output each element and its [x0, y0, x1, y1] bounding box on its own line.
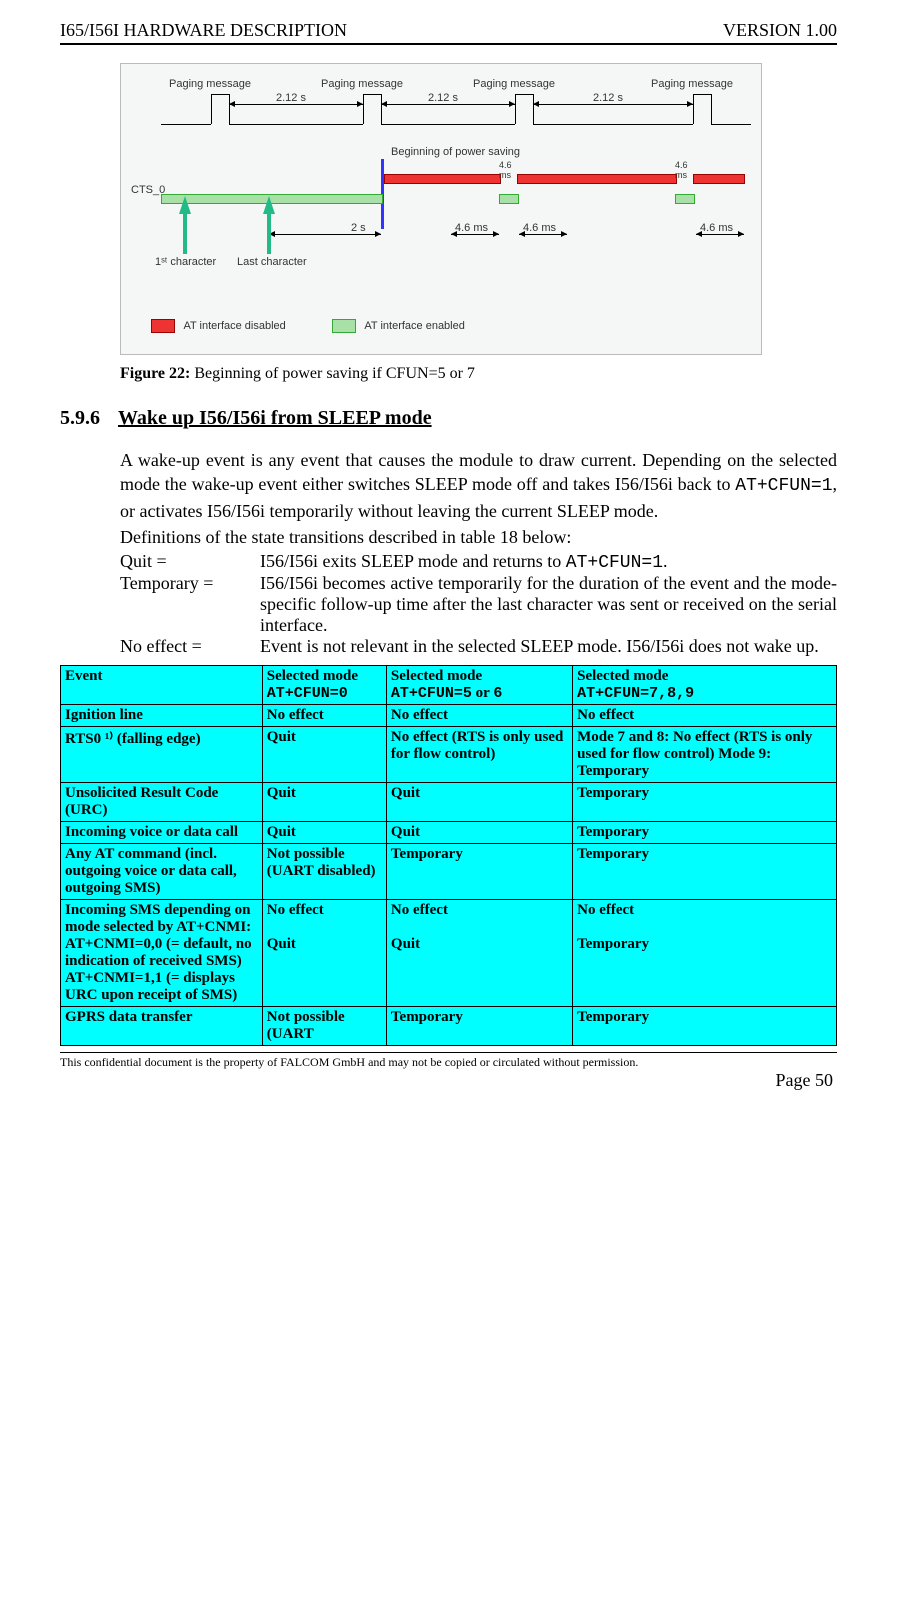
- interval-label: 2.12 s: [276, 92, 306, 104]
- table-header-row: Event Selected modeAT+CFUN=0 Selected mo…: [61, 666, 837, 705]
- header-left: I65/I56I HARDWARE DESCRIPTION: [60, 20, 347, 41]
- legend-disabled: AT interface disabled: [183, 320, 285, 332]
- caption-text: Beginning of power saving if CFUN=5 or 7: [190, 365, 475, 382]
- paging-label: Paging message: [321, 78, 403, 90]
- last-char-label: Last character: [237, 256, 307, 268]
- legend-swatch-disabled: [151, 319, 175, 333]
- time-46: 4.6 ms: [455, 222, 488, 234]
- paragraph-2: Definitions of the state transitions des…: [120, 525, 837, 549]
- confidential-notice: This confidential document is the proper…: [60, 1055, 837, 1070]
- def-no-effect: No effect = Event is not relevant in the…: [120, 636, 837, 657]
- interval-label: 2.12 s: [593, 92, 623, 104]
- table-row: Ignition line No effect No effect No eff…: [61, 705, 837, 727]
- figure-22: Paging message Paging message Paging mes…: [120, 63, 837, 355]
- figure-caption: Figure 22: Beginning of power saving if …: [120, 365, 837, 383]
- def-temporary: Temporary = I56/I56i becomes active temp…: [120, 573, 837, 636]
- paging-label: Paging message: [473, 78, 555, 90]
- header-right: VERSION 1.00: [723, 20, 837, 41]
- sleep-table: Event Selected modeAT+CFUN=0 Selected mo…: [60, 665, 837, 1046]
- table-row: Any AT command (incl. outgoing voice or …: [61, 844, 837, 900]
- th-mode56: Selected modeAT+CFUN=5 or 6: [386, 666, 572, 705]
- paging-label: Paging message: [169, 78, 251, 90]
- ms-label: 4.6 ms: [499, 160, 512, 180]
- legend-enabled: AT interface enabled: [364, 320, 465, 332]
- th-mode0: Selected modeAT+CFUN=0: [262, 666, 386, 705]
- legend-swatch-enabled: [332, 319, 356, 333]
- page-number: Page 50: [60, 1070, 837, 1091]
- section-heading: 5.9.6 Wake up I56/I56i from SLEEP mode: [60, 407, 837, 430]
- def-quit: Quit = I56/I56i exits SLEEP mode and ret…: [120, 551, 837, 573]
- time-46: 4.6 ms: [700, 222, 733, 234]
- section-number: 5.9.6: [60, 407, 100, 430]
- page-header: I65/I56I HARDWARE DESCRIPTION VERSION 1.…: [60, 20, 837, 45]
- timing-diagram: Paging message Paging message Paging mes…: [120, 63, 762, 355]
- ms-label: 4.6 ms: [675, 160, 688, 180]
- interval-label: 2.12 s: [428, 92, 458, 104]
- table-row: RTS0 ¹⁾ (falling edge) Quit No effect (R…: [61, 727, 837, 783]
- caption-strong: Figure 22:: [120, 365, 190, 382]
- time-46: 4.6 ms: [523, 222, 556, 234]
- table-row: Unsolicited Result Code (URC) Quit Quit …: [61, 783, 837, 822]
- table-row: Incoming SMS depending on mode selected …: [61, 900, 837, 1007]
- time-2s: 2 s: [351, 222, 366, 234]
- first-char-label: 1ˢᵗ character: [155, 256, 216, 268]
- begin-saving-label: Beginning of power saving: [391, 146, 520, 158]
- legend: AT interface disabled AT interface enabl…: [151, 319, 465, 333]
- paging-label: Paging message: [651, 78, 733, 90]
- page-footer: This confidential document is the proper…: [60, 1052, 837, 1091]
- section-title: Wake up I56/I56i from SLEEP mode: [118, 407, 432, 429]
- paragraph-1: A wake-up event is any event that causes…: [120, 448, 837, 523]
- th-mode789: Selected modeAT+CFUN=7,8,9: [573, 666, 837, 705]
- table-row: Incoming voice or data call Quit Quit Te…: [61, 822, 837, 844]
- th-event: Event: [61, 666, 263, 705]
- table-row: GPRS data transfer Not possible (UART Te…: [61, 1007, 837, 1046]
